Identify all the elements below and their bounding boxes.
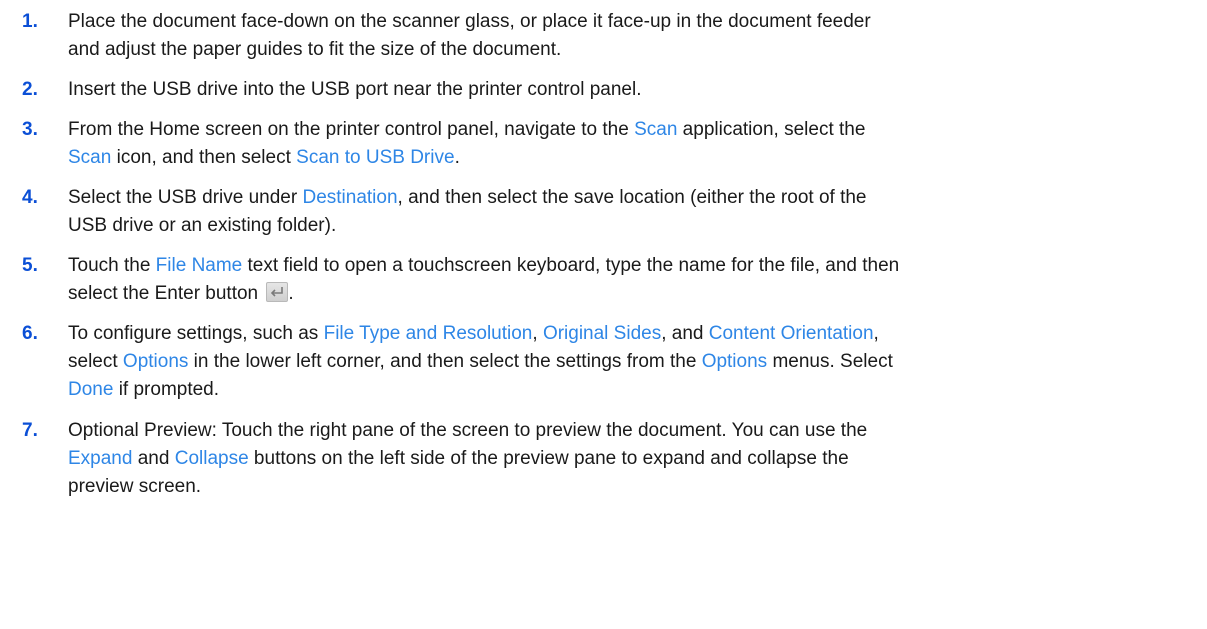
- step-text-segment: icon, and then select: [111, 147, 297, 168]
- step-text-segment: select: [68, 351, 123, 372]
- ui-term-link[interactable]: Options: [702, 351, 767, 372]
- ui-term-link[interactable]: Destination: [302, 187, 397, 208]
- step-text-line: USB drive or an existing folder).: [68, 212, 1178, 240]
- step-text-segment: and adjust the paper guides to fit the s…: [68, 39, 562, 60]
- step-text: From the Home screen on the printer cont…: [68, 116, 1178, 172]
- step-text-line: Optional Preview: Touch the right pane o…: [68, 417, 1178, 445]
- step-text-segment: To configure settings, such as: [68, 323, 324, 344]
- step-text-segment: text field to open a touchscreen keyboar…: [242, 255, 900, 276]
- ui-term-link[interactable]: Scan: [634, 119, 677, 140]
- step-text-line: Scan icon, and then select Scan to USB D…: [68, 144, 1178, 172]
- ui-term-link[interactable]: Content Orientation: [709, 323, 874, 344]
- step-number: 7.: [22, 420, 38, 441]
- ui-term-link[interactable]: Options: [123, 351, 188, 372]
- ui-term-link[interactable]: Done: [68, 379, 113, 400]
- step-text: Place the document face-down on the scan…: [68, 8, 1178, 64]
- step-text-segment: Insert the USB drive into the USB port n…: [68, 79, 642, 100]
- step-text-line: Place the document face-down on the scan…: [68, 8, 1178, 36]
- step-text-line: select the Enter button .: [68, 280, 1178, 308]
- step-text-segment: Place the document face-down on the scan…: [68, 11, 871, 32]
- step-text-segment: ,: [532, 323, 543, 344]
- ui-term-link[interactable]: Original Sides: [543, 323, 661, 344]
- step-text-segment: buttons on the left side of the preview …: [248, 448, 849, 469]
- step-text-segment: .: [454, 147, 460, 168]
- step-text-segment: USB drive or an existing folder).: [68, 215, 337, 236]
- ui-term-link[interactable]: Scan to USB Drive: [296, 147, 454, 168]
- step-number: 1.: [22, 11, 38, 32]
- step-text-segment: From the Home screen on the printer cont…: [68, 119, 635, 140]
- step-text-segment: select the Enter button: [68, 283, 264, 304]
- step-text: Touch the File Name text field to open a…: [68, 252, 1178, 308]
- ui-term-link[interactable]: Scan: [68, 147, 111, 168]
- step-text-segment: , and then select the save location (eit…: [397, 187, 867, 208]
- step-text-segment: and: [132, 448, 175, 469]
- step-text-line: To configure settings, such as File Type…: [68, 320, 1178, 348]
- step-text-line: Select the USB drive under Destination, …: [68, 184, 1178, 212]
- step-text-segment: , and: [661, 323, 709, 344]
- step-text-segment: Touch the: [68, 255, 156, 276]
- ui-term-link[interactable]: File Name: [156, 255, 243, 276]
- ui-term-link[interactable]: File Type and Resolution: [324, 323, 533, 344]
- step-text-line: Expand and Collapse buttons on the left …: [68, 445, 1178, 473]
- step-text: Insert the USB drive into the USB port n…: [68, 76, 1178, 104]
- step-number: 4.: [22, 187, 38, 208]
- step-text-line: Insert the USB drive into the USB port n…: [68, 76, 1178, 104]
- step-text-segment: preview screen.: [68, 476, 202, 497]
- step-text-segment: menus. Select: [767, 351, 893, 372]
- step-text-segment: Optional Preview: Touch the right pane o…: [68, 420, 868, 441]
- step-text-segment: if prompted.: [113, 379, 220, 400]
- step-text: Select the USB drive under Destination, …: [68, 184, 1178, 240]
- step-text-segment: Select the USB drive under: [68, 187, 303, 208]
- step-text-line: and adjust the paper guides to fit the s…: [68, 36, 1178, 64]
- ui-term-link[interactable]: Expand: [68, 448, 132, 469]
- step-number: 6.: [22, 323, 38, 344]
- step-number: 5.: [22, 255, 38, 276]
- step-text-line: Touch the File Name text field to open a…: [68, 252, 1178, 280]
- ui-term-link[interactable]: Collapse: [175, 448, 249, 469]
- step-text-segment: .: [288, 283, 294, 304]
- step-text: To configure settings, such as File Type…: [68, 320, 1178, 404]
- step-text: Optional Preview: Touch the right pane o…: [68, 417, 1178, 501]
- step-text-line: Done if prompted.: [68, 376, 1178, 404]
- step-number: 3.: [22, 119, 38, 140]
- step-text-line: preview screen.: [68, 473, 1178, 501]
- step-number: 2.: [22, 79, 38, 100]
- step-text-segment: application, select the: [677, 119, 866, 140]
- step-text-segment: ,: [873, 323, 879, 344]
- enter-key-icon: [266, 282, 289, 302]
- step-text-segment: in the lower left corner, and then selec…: [188, 351, 702, 372]
- step-text-line: From the Home screen on the printer cont…: [68, 116, 1178, 144]
- step-text-line: select Options in the lower left corner,…: [68, 348, 1178, 376]
